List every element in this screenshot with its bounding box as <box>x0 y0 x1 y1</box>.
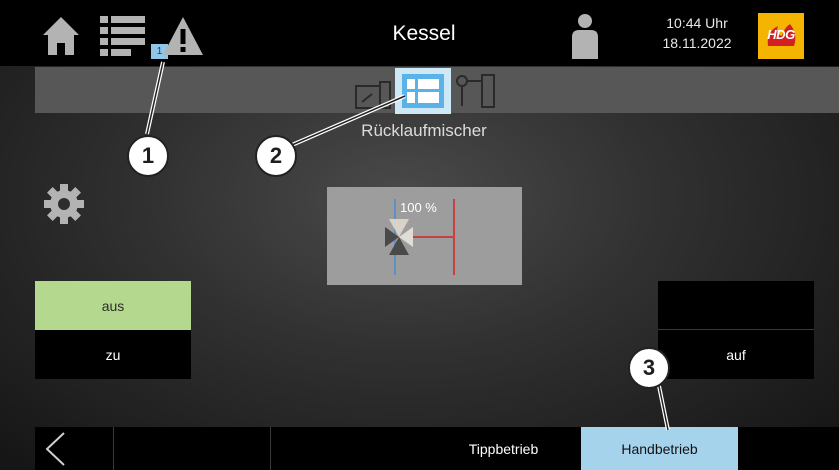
callout-2: 2 <box>255 135 297 177</box>
callout-1: 1 <box>127 135 169 177</box>
callout-leader-lines <box>145 61 670 431</box>
callout-3: 3 <box>628 347 670 389</box>
